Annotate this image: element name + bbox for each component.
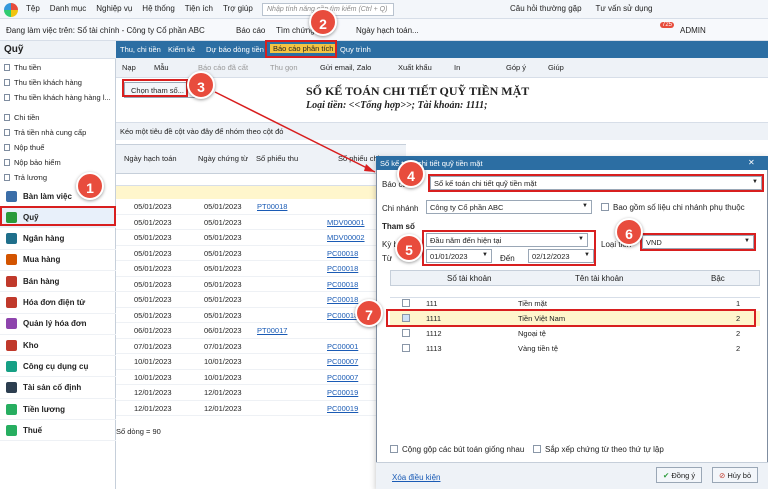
step-badge-2: 2 <box>309 8 337 36</box>
step-badge-5: 5 <box>395 234 423 262</box>
step-badge-1: 1 <box>76 172 104 200</box>
step-badge-7: 7 <box>355 299 383 327</box>
step-badge-3: 3 <box>187 71 215 99</box>
guide-arrow <box>214 91 376 173</box>
step-badge-4: 4 <box>397 160 425 188</box>
step-badge-6: 6 <box>615 218 643 246</box>
